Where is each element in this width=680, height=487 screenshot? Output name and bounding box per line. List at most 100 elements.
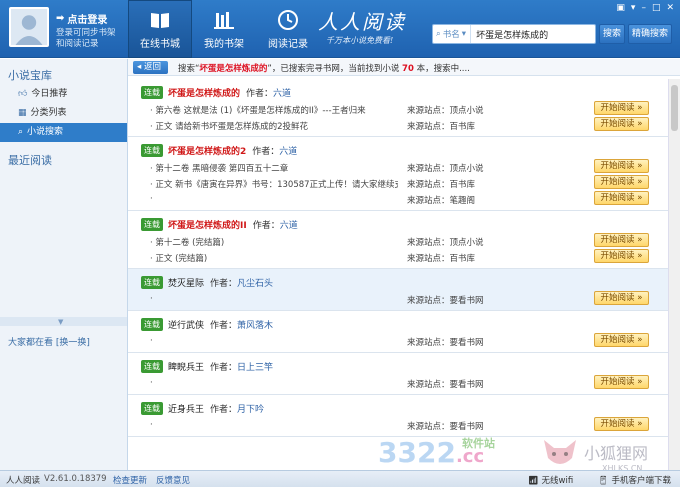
start-reading-button[interactable]: 开始阅读 » (594, 117, 649, 131)
info-text: ”，已搜索完寻书网，当前找到小说 (267, 64, 400, 74)
everyone-watching[interactable]: 大家都在看 [换一换] (8, 335, 90, 348)
login-title[interactable]: ➡ 点击登录 (56, 11, 120, 26)
author-name[interactable]: 日上三竿 (237, 360, 273, 373)
author-label: 作者： (252, 146, 280, 157)
start-reading-button[interactable]: 开始阅读 » (594, 417, 649, 431)
book-entry: 连载 坏蛋是怎样炼成的 作者： 六道 · 第六卷 这就是法 (1)《坏蛋是怎样炼成的II… (128, 79, 668, 137)
book-title[interactable]: 近身兵王 (168, 402, 204, 415)
chapter-text[interactable]: · 正文 (完结篇) (150, 252, 398, 264)
avatar[interactable] (9, 7, 49, 47)
tab-my-bookshelf[interactable]: 我的书架 (192, 0, 256, 58)
top-header: ➡ 点击登录 登录可同步书架和阅读记录 在线书城 我的书架 阅读记录 人人阅读 … (0, 0, 680, 58)
start-reading-button[interactable]: 开始阅读 » (594, 291, 649, 305)
feedback-link[interactable]: 反馈意见 (156, 474, 190, 486)
book-title[interactable]: 坏蛋是怎样炼成的 (168, 86, 240, 99)
book-entry: 连载 逆行武侠 作者： 萧风落木 · 来源站点：要看书网 开始阅读 » (128, 311, 668, 353)
scrollbar-thumb[interactable] (671, 85, 678, 131)
book-title[interactable]: 坏蛋是怎样炼成的2 (168, 144, 246, 157)
search-type-select[interactable]: ⌕ 书名 ▾ (433, 25, 472, 43)
status-badge: 连载 (141, 317, 163, 331)
chapter-text[interactable]: · 正文 新书《唐寅在异界》书号：130587正式上传！请大家继续支持 (150, 178, 398, 190)
author-name[interactable]: 六道 (273, 86, 291, 99)
start-reading-button[interactable]: 开始阅读 » (594, 159, 649, 173)
start-reading-button[interactable]: 开始阅读 » (594, 375, 649, 389)
search-icon: ⌕ (436, 29, 441, 39)
book-title[interactable]: 坏蛋是怎样炼成的II (168, 218, 247, 231)
scrollbar[interactable] (668, 79, 680, 470)
book-header: 连载 焚灭星际 作者： 凡尘石头 (128, 273, 668, 291)
chapter-text[interactable]: · (150, 420, 398, 430)
clock-icon (278, 10, 298, 30)
chapter-row: · 来源站点：要看书网 开始阅读 » (128, 375, 668, 391)
sidebar-item-today[interactable]: 👍︎ 今日推荐 (0, 85, 127, 104)
chapter-text[interactable]: · (150, 294, 398, 304)
tab-reading-history[interactable]: 阅读记录 (256, 0, 320, 58)
back-label: 返回 (143, 62, 161, 72)
brand-logo: 人人阅读 千万本小说免费看! (318, 6, 406, 46)
chapter-text[interactable]: · 第十二卷 (完结篇) (150, 236, 398, 248)
book-header: 连载 逆行武侠 作者： 萧风落木 (128, 315, 668, 333)
chapter-row: · 来源站点：要看书网 开始阅读 » (128, 291, 668, 307)
mobile-download-link[interactable]: 📱︎ 手机客户端下载 (598, 474, 671, 486)
start-reading-button[interactable]: 开始阅读 » (594, 191, 649, 205)
book-header: 连载 坏蛋是怎样炼成的2 作者： 六道 (128, 141, 668, 159)
chapter-text[interactable]: · 第十二卷 黑暗侵袭 第四百五十二章 (150, 162, 398, 174)
book-entry: 连载 焚灭星际 作者： 凡尘石头 · 来源站点：要看书网 开始阅读 » (128, 269, 668, 311)
book-title[interactable]: 睥睨兵王 (168, 360, 204, 373)
chapter-text[interactable]: · 第六卷 这就是法 (1)《坏蛋是怎样炼成的II》---王者归来 (150, 104, 398, 116)
chapter-text[interactable]: · (150, 336, 398, 346)
sidebar-item-label: 小说搜索 (27, 127, 64, 137)
chapter-text[interactable]: · 正文 请给新书坏蛋是怎样炼成的2投鲜花 (150, 120, 398, 132)
login-subtitle: 登录可同步书架和阅读记录 (56, 28, 116, 49)
source-site: 来源站点：百书库 (407, 254, 476, 264)
chapter-text[interactable]: · (150, 378, 398, 388)
author-label: 作者： (246, 88, 274, 99)
app-name: 人人阅读 (6, 476, 41, 486)
source-site: 来源站点：笔趣阁 (407, 196, 476, 206)
author-name[interactable]: 萧风落木 (237, 318, 273, 331)
search-info-bar: ◂ 返回 搜索“坏蛋是怎样炼成的”，已搜索完寻书网，当前找到小说 70 本，搜索… (128, 59, 680, 76)
login-area[interactable]: ➡ 点击登录 登录可同步书架和阅读记录 (56, 11, 120, 50)
author-name[interactable]: 六道 (279, 144, 297, 157)
close-icon[interactable]: ✕ (666, 3, 674, 13)
sidebar-item-categories[interactable]: ▦ 分类列表 (0, 104, 127, 123)
chapter-row: · 正文 (完结篇) 来源站点：百书库 开始阅读 » (128, 249, 668, 265)
start-reading-button[interactable]: 开始阅读 » (594, 249, 649, 263)
status-badge: 连载 (141, 275, 163, 289)
start-reading-button[interactable]: 开始阅读 » (594, 101, 649, 115)
source-site: 来源站点：百书库 (407, 180, 476, 190)
start-reading-button[interactable]: 开始阅读 » (594, 175, 649, 189)
maximize-icon[interactable]: □ (652, 3, 661, 13)
brand-subtitle: 千万本小说免费看! (326, 36, 394, 45)
check-update-link[interactable]: 检查更新 (113, 474, 147, 486)
tab-online-bookstore[interactable]: 在线书城 (128, 0, 192, 58)
start-reading-button[interactable]: 开始阅读 » (594, 333, 649, 347)
author-name[interactable]: 凡尘石头 (237, 276, 273, 289)
search-input[interactable] (471, 29, 580, 39)
menu-icon[interactable]: ▾ (631, 3, 636, 13)
back-button[interactable]: ◂ 返回 (133, 61, 168, 74)
chapter-text[interactable]: · (150, 194, 398, 204)
book-title[interactable]: 焚灭星际 (168, 276, 204, 289)
book-header: 连载 坏蛋是怎样炼成的II 作者： 六道 (128, 215, 668, 233)
book-header: 连载 近身兵王 作者： 月下吟 (128, 399, 668, 417)
sidebar-collapse-handle[interactable]: ▼ (0, 317, 127, 326)
book-entry: 连载 坏蛋是怎样炼成的II 作者： 六道 · 第十二卷 (完结篇) 来源站点：顶点小说 开始… (128, 211, 668, 269)
wifi-link[interactable]: 📶︎ 无线wifi (528, 474, 573, 486)
info-query: 坏蛋是怎样炼成的 (199, 64, 268, 74)
author-name[interactable]: 月下吟 (237, 402, 264, 415)
book-title[interactable]: 逆行武侠 (168, 318, 204, 331)
watermark-text: 3322 (378, 436, 456, 469)
book-title-text: 坏蛋是怎样炼成的 (168, 88, 241, 99)
author-name[interactable]: 六道 (280, 218, 298, 231)
sidebar-item-search[interactable]: ⌕ 小说搜索 (0, 123, 127, 142)
minimize-icon[interactable]: – (641, 3, 646, 13)
precise-search-button[interactable]: 精确搜索 (628, 24, 672, 44)
app-version: V2.61.0.18379 (44, 474, 107, 484)
skin-icon[interactable]: ▣ (616, 3, 625, 13)
login-link[interactable]: 点击登录 (67, 11, 107, 26)
search-button[interactable]: 搜索 (599, 24, 625, 44)
author-label: 作者： (210, 320, 238, 331)
start-reading-button[interactable]: 开始阅读 » (594, 233, 649, 247)
chapter-row: · 来源站点：笔趣阁 开始阅读 » (128, 191, 668, 207)
